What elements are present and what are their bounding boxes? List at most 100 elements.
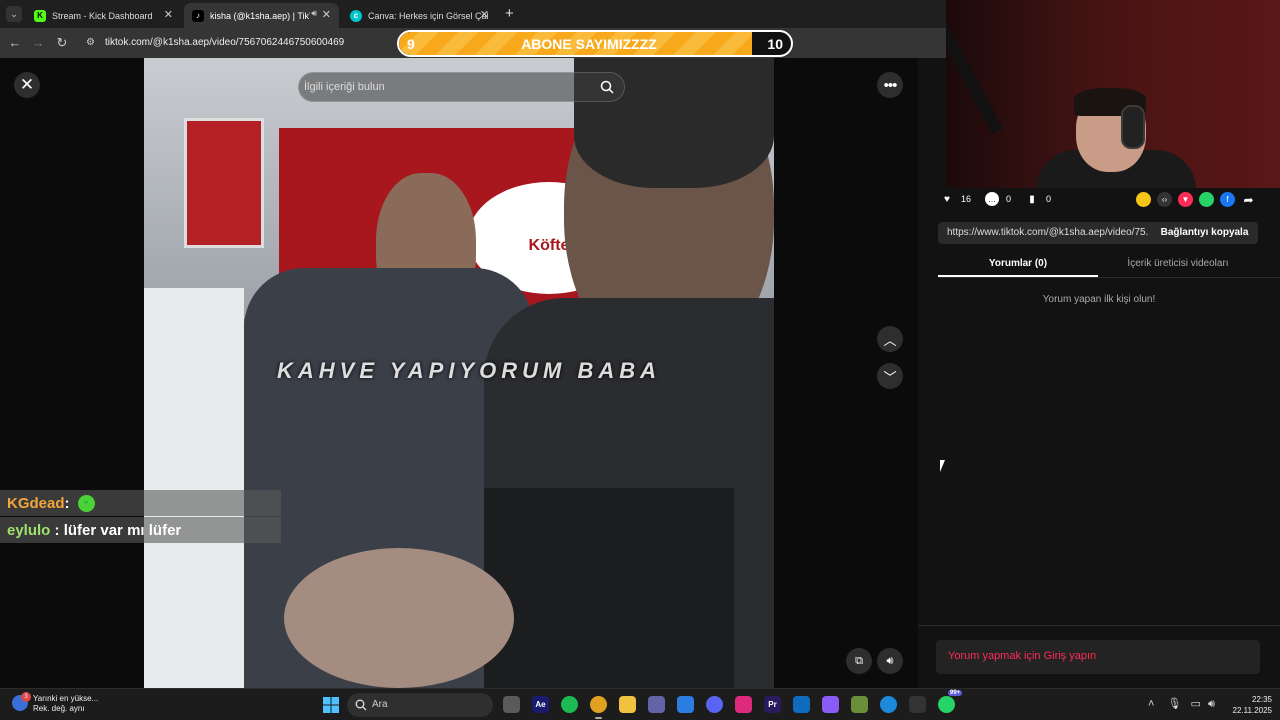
reload-icon[interactable]: ↻ xyxy=(54,35,70,51)
embed-icon[interactable]: ‹› xyxy=(1157,192,1172,207)
search-label: Ara xyxy=(372,699,388,710)
weather-widget[interactable]: 3 Yarınki en yükse... Rek. değ. aynı xyxy=(12,692,99,714)
empty-comments-message: Yorum yapan ilk kişi olun! xyxy=(1042,294,1156,305)
hands xyxy=(284,548,514,688)
tab-canva[interactable]: c Canva: Herkes için Görsel Çalışma ✕ xyxy=(342,3,497,28)
canva-icon: c xyxy=(350,9,362,22)
weather-badge: 3 xyxy=(21,692,31,702)
share-link-box: https://www.tiktok.com/@k1sha.aep/video/… xyxy=(938,222,1258,244)
back-icon[interactable]: ← xyxy=(7,35,23,50)
subscriber-goal-bar: ABONE SAYIMIZZZZ 9 10 xyxy=(397,30,793,57)
discord-icon[interactable] xyxy=(706,696,723,713)
url-field[interactable]: tiktok.com/@k1sha.aep/video/756706244675… xyxy=(105,37,344,48)
after-effects-icon[interactable]: Ae xyxy=(532,696,549,713)
close-tab-icon[interactable]: ✕ xyxy=(164,8,173,21)
headphones-icon xyxy=(1121,105,1145,149)
tab-creator-videos[interactable]: İçerik üreticisi videoları xyxy=(1098,258,1258,269)
chrome-icon[interactable] xyxy=(590,696,607,719)
video-caption-overlay: KAHVE YAPIYORUM BABA xyxy=(277,358,661,383)
close-tab-icon[interactable]: ✕ xyxy=(322,8,331,21)
share-link-text[interactable]: https://www.tiktok.com/@k1sha.aep/video/… xyxy=(947,227,1149,238)
goal-current: 9 xyxy=(407,36,415,52)
comment-button[interactable]: … 0 xyxy=(985,192,1011,206)
obs-icon[interactable] xyxy=(909,696,926,713)
instagram-icon[interactable] xyxy=(735,696,752,713)
bookmark-icon: ▮ xyxy=(1029,193,1035,205)
tab-kick-dashboard[interactable]: K Stream - Kick Dashboard ✕ xyxy=(26,3,181,28)
close-tab-icon[interactable]: ✕ xyxy=(480,8,489,21)
weather-line-2: Rek. değ. aynı xyxy=(33,704,85,713)
tab-label: kisha (@k1sha.aep) | TikTok xyxy=(210,10,310,21)
mouse-cursor xyxy=(940,460,950,472)
edge-icon[interactable] xyxy=(880,696,897,713)
chat-separator: : xyxy=(64,494,70,512)
site-info-icon[interactable]: ⚙︎ xyxy=(86,37,95,48)
store-icon[interactable] xyxy=(677,696,694,713)
taskbar-search[interactable]: Ara xyxy=(347,693,493,717)
kick-icon: K xyxy=(34,9,46,22)
windows-taskbar: 3 Yarınki en yükse... Rek. değ. aynı Ara… xyxy=(0,688,1280,720)
chat-message: KGdead : ᵕ xyxy=(0,490,281,516)
outlook-icon[interactable] xyxy=(793,696,810,713)
minecraft-icon[interactable] xyxy=(851,696,868,713)
save-button[interactable]: ▮ 0 xyxy=(1025,192,1051,206)
like-button[interactable]: ♥ 16 xyxy=(940,192,971,206)
whatsapp-icon[interactable]: 99+ xyxy=(938,690,963,713)
folder-icon[interactable] xyxy=(619,696,636,713)
copy-link-button[interactable]: Bağlantıyı kopyala xyxy=(1151,222,1258,244)
search-icon xyxy=(355,699,367,711)
like-count: 16 xyxy=(961,194,972,204)
more-options-icon[interactable]: ••• xyxy=(877,72,903,98)
system-clock[interactable]: 22:35 22.11.2025 xyxy=(1222,694,1272,716)
send-icon[interactable]: ▼ xyxy=(1178,192,1193,207)
weather-line-1: Yarınki en yükse... xyxy=(33,694,99,703)
tab-tiktok[interactable]: ♪ kisha (@k1sha.aep) | TikTok 🔊︎ ✕ xyxy=(184,3,339,28)
save-count: 0 xyxy=(1046,194,1052,204)
chat-text: lüfer var mı lüfer xyxy=(63,521,182,539)
file-manager-icon[interactable] xyxy=(503,696,520,713)
system-tray: ˄ 🎙︎ ▭ 🔊︎ xyxy=(1148,697,1215,711)
teams-icon[interactable] xyxy=(648,696,665,713)
search-input[interactable]: İlgili içeriği bulun xyxy=(304,81,385,93)
windows-start-icon[interactable] xyxy=(323,697,339,713)
floating-player-icon[interactable]: ⧉ xyxy=(846,648,872,674)
next-video-button[interactable]: ﹀ xyxy=(877,363,903,389)
engagement-stats: ♥ 16 … 0 ▮ 0 xyxy=(940,192,1065,206)
share-icons: ‹› ▼ f ➦ xyxy=(1136,192,1262,207)
login-to-comment-button[interactable]: Yorum yapmak için Giriş yapın xyxy=(936,640,1260,674)
premiere-icon[interactable]: Pr xyxy=(764,696,781,713)
share-arrow-icon[interactable]: ➦ xyxy=(1241,192,1256,207)
new-tab-button[interactable]: + xyxy=(505,5,514,22)
speaker-icon[interactable]: 🔊︎ xyxy=(311,8,317,19)
goal-target: 10 xyxy=(767,36,783,52)
related-search-box[interactable]: İlgili içeriği bulun xyxy=(298,72,625,102)
red-menu-board xyxy=(184,118,264,248)
chat-username: eylulo xyxy=(7,521,51,539)
apron xyxy=(484,488,734,688)
tab-search-button[interactable]: ⌄ xyxy=(6,6,22,22)
chat-separator: : xyxy=(50,521,64,539)
microphone-icon[interactable]: 🎙︎ xyxy=(1168,698,1182,710)
copilot-icon[interactable] xyxy=(822,696,839,713)
chevron-up-icon[interactable]: ˄ xyxy=(1148,698,1154,710)
tab-comments[interactable]: Yorumlar (0) xyxy=(938,258,1098,277)
coin-icon[interactable] xyxy=(1136,192,1151,207)
chat-username: KGdead xyxy=(7,494,65,512)
spotify-icon[interactable] xyxy=(561,696,578,713)
webcam-overlay xyxy=(946,0,1280,188)
speaker-icon[interactable]: 🔊︎ xyxy=(1208,698,1215,710)
divider xyxy=(918,625,1280,626)
forward-icon[interactable]: → xyxy=(30,35,46,50)
tiktok-icon: ♪ xyxy=(192,9,204,22)
previous-video-button[interactable]: ︿ xyxy=(877,326,903,352)
volume-icon[interactable]: 🔊︎ xyxy=(877,648,903,674)
smile-emote-icon: ᵕ xyxy=(77,494,95,512)
facebook-icon[interactable]: f xyxy=(1220,192,1235,207)
tab-label: Stream - Kick Dashboard xyxy=(52,10,153,21)
video-player[interactable]: Köfte KAHVE YAPIYORUM BABA xyxy=(144,58,774,688)
close-icon[interactable]: ✕ xyxy=(14,72,40,98)
search-icon[interactable] xyxy=(600,80,614,94)
comment-icon: … xyxy=(985,192,1000,206)
display-icon[interactable]: ▭ xyxy=(1191,698,1201,710)
whatsapp-icon[interactable] xyxy=(1199,192,1214,207)
